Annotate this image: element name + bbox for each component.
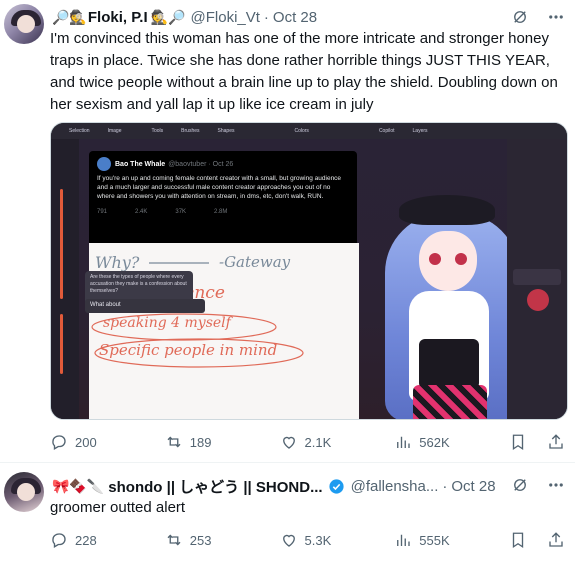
bookmark-icon[interactable] [509, 531, 527, 549]
share-icon[interactable] [547, 531, 565, 549]
embedded-author-name: Bao The Whale [115, 160, 166, 168]
toolbar-item: Selection [69, 128, 90, 134]
drawing-canvas: Why? -Gateway my experience speaking 4 m… [89, 243, 359, 419]
editor-toolbar: Selection Image Tools Brushes Shapes Col… [51, 123, 567, 139]
toolbar-item: Copilot [378, 128, 395, 134]
header-icons [511, 8, 565, 26]
verified-badge-icon [329, 478, 344, 494]
embedded-stats: 791 2.4K 37K 2.8M [97, 209, 349, 215]
more-icon[interactable] [547, 476, 565, 494]
reply-icon [52, 533, 66, 548]
heart-icon [282, 534, 295, 547]
chat-reply-box: What about [85, 299, 205, 313]
more-icon[interactable] [547, 8, 565, 26]
stream-scene: Bao The Whale @baovtuber · Oct 26 If you… [79, 139, 519, 419]
embedded-author-handle: @baovtuber · Oct 26 [168, 160, 234, 168]
embedded-avatar [97, 157, 111, 171]
chat-question: Are these the types of people where ever… [90, 274, 187, 294]
avatar[interactable] [4, 472, 44, 512]
author-name[interactable]: shondo || しゃどう || SHOND... [108, 476, 322, 497]
embedded-stat: 2.4K [135, 209, 148, 215]
like-count: 2.1K [304, 434, 332, 450]
toolbar-item: Brushes [181, 128, 200, 134]
toolbar-item: Layers [412, 128, 428, 134]
author-handle[interactable]: @Floki_Vt [191, 9, 260, 26]
view-count: 562K [419, 434, 450, 450]
reply-button[interactable]: 228 [50, 531, 165, 549]
tweet-actions: 228 253 5.3K 555K [50, 529, 565, 551]
toolbar-item: Image [107, 128, 122, 134]
views-button[interactable]: 555K [394, 531, 509, 549]
grok-icon[interactable] [511, 476, 529, 494]
editor-left-panel [51, 139, 79, 419]
views-icon [397, 436, 410, 448]
author-handle[interactable]: @fallensha... [351, 478, 439, 495]
repost-button[interactable]: 253 [165, 531, 280, 549]
scribble-strokes [91, 262, 304, 368]
toolbar-item: Tools [151, 128, 164, 134]
like-count: 5.3K [304, 532, 332, 548]
toolbar-item: Shapes [217, 128, 235, 134]
repost-count: 253 [189, 532, 212, 548]
views-icon [397, 534, 410, 546]
tweet-date[interactable]: Oct 28 [273, 9, 317, 26]
name-emoji-prefix: 🎀🍫🔪 [52, 477, 105, 494]
embedded-stat: 37K [175, 209, 187, 215]
name-emoji-suffix: 🕵🔎 [150, 8, 186, 25]
embedded-stat: 791 [97, 209, 108, 215]
repost-icon [167, 436, 181, 448]
editor-right-panel [507, 139, 567, 419]
tweet-text: groomer outted alert [50, 499, 186, 516]
bookmark-icon[interactable] [509, 433, 527, 451]
tweet-header: 🎀🍫🔪 shondo || しゃどう || SHOND... @fallensh… [52, 476, 496, 497]
reply-button[interactable]: 200 [50, 433, 165, 451]
toolbar-item: Colors [294, 128, 309, 134]
view-count: 555K [419, 532, 450, 548]
tweet-actions: 200 189 2.1K 562K [50, 431, 565, 453]
reply-count: 228 [75, 532, 97, 548]
reply-count: 200 [75, 434, 97, 450]
tweet-media-image[interactable]: Selection Image Tools Brushes Shapes Col… [50, 122, 568, 420]
like-button[interactable]: 5.3K [280, 531, 395, 549]
tweet-text: I'm convinced this woman has one of the … [50, 30, 558, 113]
chat-reply: What about [90, 302, 121, 308]
repost-button[interactable]: 189 [165, 433, 280, 451]
grok-icon[interactable] [511, 8, 529, 26]
name-emoji-prefix: 🔎🕵 [52, 8, 87, 25]
embedded-stat: 2.8M [214, 209, 228, 215]
views-button[interactable]: 562K [394, 433, 509, 451]
like-button[interactable]: 2.1K [280, 433, 395, 451]
author-name[interactable]: Floki, P.I [88, 9, 148, 26]
tweet-header: 🔎🕵 Floki, P.I 🕵🔎 @Floki_Vt · Oct 28 [52, 8, 318, 26]
repost-count: 189 [189, 434, 212, 450]
reply-icon [52, 435, 66, 450]
tweet[interactable]: 🔎🕵 Floki, P.I 🕵🔎 @Floki_Vt · Oct 28 I'm … [0, 0, 575, 462]
embedded-tweet-text: If you're an up and coming female conten… [97, 175, 342, 200]
header-icons [511, 476, 565, 494]
share-icon[interactable] [547, 433, 565, 451]
heart-icon [282, 436, 295, 449]
avatar[interactable] [4, 4, 44, 44]
tweet-date[interactable]: Oct 28 [451, 478, 495, 495]
repost-icon [167, 534, 181, 546]
